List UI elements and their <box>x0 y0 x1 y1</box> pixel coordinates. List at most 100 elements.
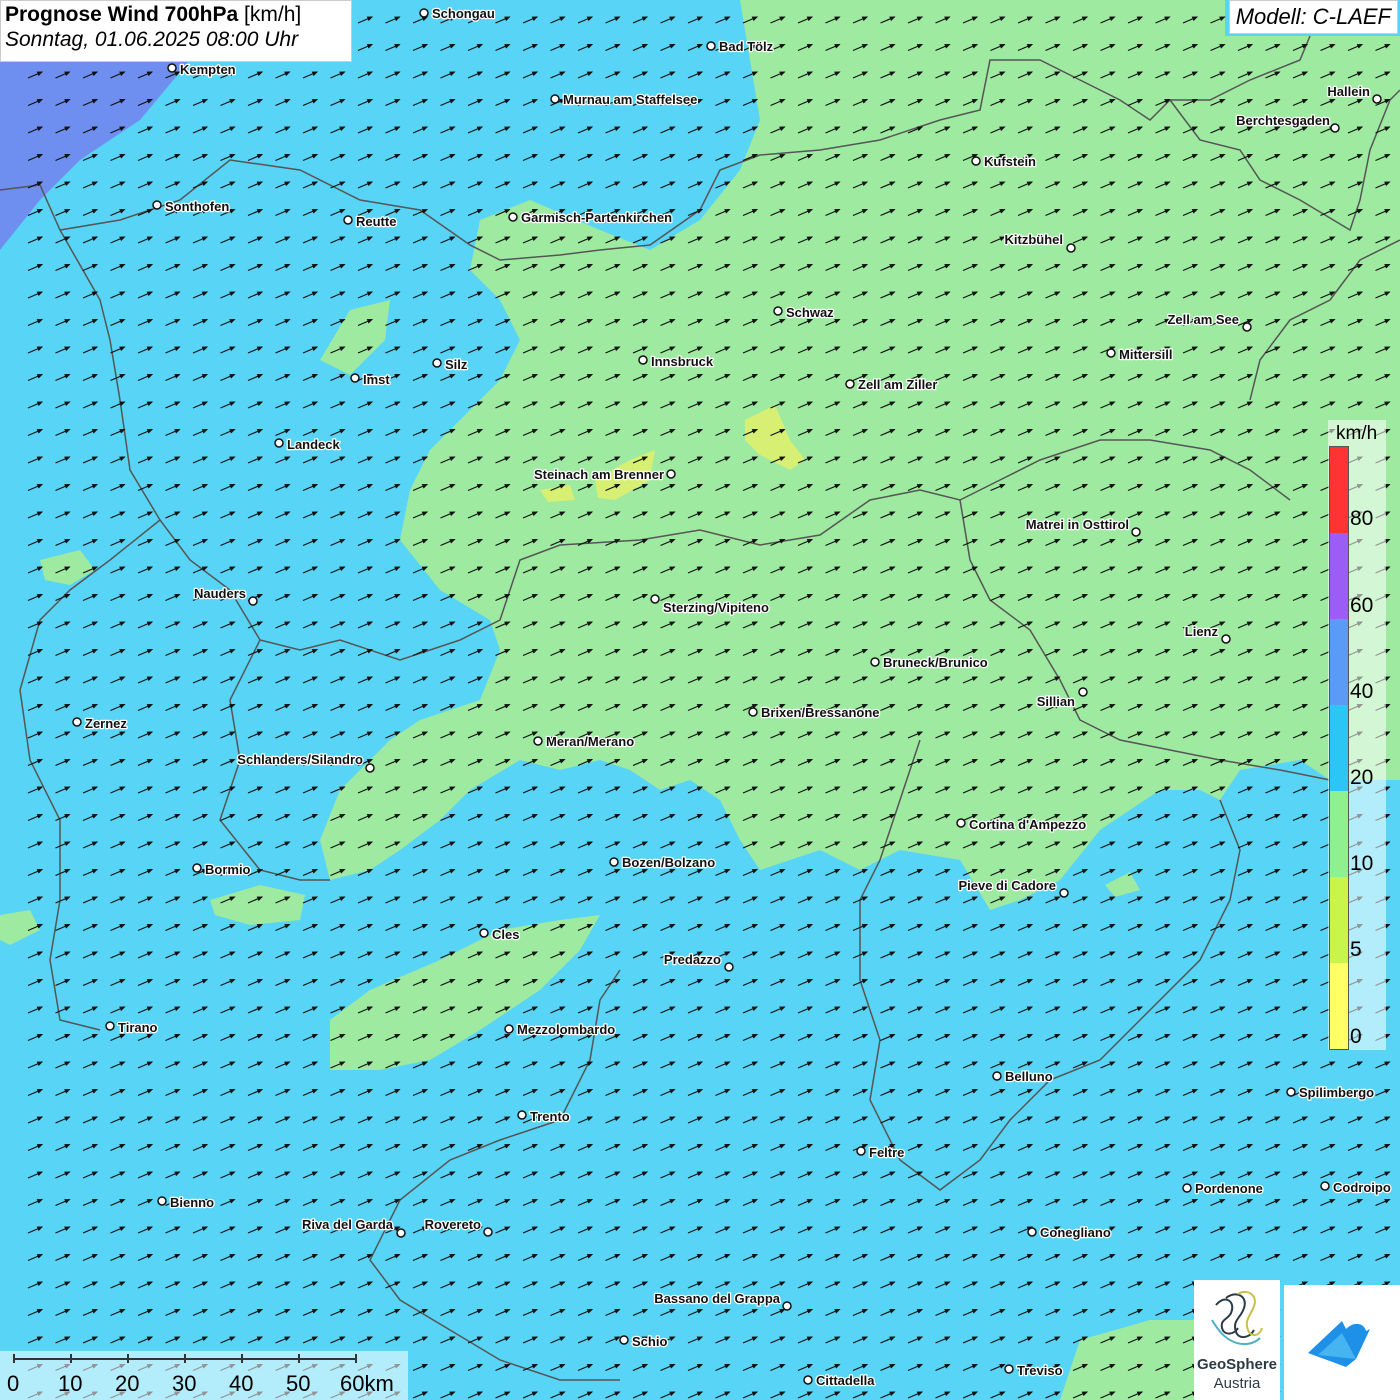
city-marker-icon <box>803 1375 813 1385</box>
legend-segment <box>1330 962 1348 1049</box>
city-marker-icon <box>432 358 442 368</box>
city-label: Brixen/Bressanone <box>761 705 880 720</box>
legend-segment <box>1330 877 1348 963</box>
city-label: Reutte <box>356 214 396 229</box>
geosphere-emblem-icon <box>1211 1290 1263 1346</box>
city-marker-icon <box>1004 1364 1014 1374</box>
city-label: Lienz <box>1185 624 1219 639</box>
city-label: Trento <box>530 1109 570 1124</box>
city-marker-icon <box>773 306 783 316</box>
city-marker-icon <box>666 469 676 479</box>
city-marker-icon <box>706 41 716 51</box>
city-marker-icon <box>856 1146 866 1156</box>
geosphere-logo[interactable]: GeoSphere Austria <box>1194 1280 1280 1400</box>
city-label: Bassano del Grappa <box>654 1291 780 1306</box>
model-label: Modell: C-LAEF <box>1228 0 1398 34</box>
city-label: Nauders <box>194 586 246 601</box>
city-marker-icon <box>72 717 82 727</box>
scale-label: 20 <box>115 1371 140 1396</box>
city-label: Pordenone <box>1195 1181 1263 1196</box>
city-marker-icon <box>167 63 177 73</box>
forecast-datetime: Sonntag, 01.06.2025 08:00 Uhr <box>5 28 299 51</box>
city-marker-icon <box>638 355 648 365</box>
city-label: Kitzbühel <box>1005 232 1064 247</box>
city-label: Schlanders/Silandro <box>237 752 363 767</box>
cloud-arrow-icon <box>1308 1321 1370 1367</box>
legend-tick-label: 60 <box>1350 594 1374 617</box>
city-label: Landeck <box>287 437 341 452</box>
scale-bar: 0 10 20 30 40 50 60km <box>0 1351 408 1400</box>
city-marker-icon <box>152 200 162 210</box>
scale-label: 50 <box>286 1371 311 1396</box>
map-title: Prognose Wind 700hPa [km/h] <box>5 3 347 27</box>
city-label: Garmisch-Partenkirchen <box>521 210 672 225</box>
city-label: Meran/Merano <box>546 734 634 749</box>
city-label: Innsbruck <box>651 354 714 369</box>
city-label: Mezzolombardo <box>517 1022 615 1037</box>
city-marker-icon <box>508 212 518 222</box>
city-marker-icon <box>619 1335 629 1345</box>
city-marker-icon <box>845 379 855 389</box>
legend-tick-label: 20 <box>1350 766 1374 789</box>
city-marker-icon <box>971 156 981 166</box>
legend-segment <box>1330 704 1348 791</box>
geosphere-country: Austria <box>1213 1375 1261 1392</box>
city-marker-icon <box>192 863 202 873</box>
city-label: Zernez <box>85 716 127 731</box>
city-marker-icon <box>650 594 660 604</box>
city-marker-icon <box>365 763 375 773</box>
city-marker-icon <box>274 438 284 448</box>
title-box: Prognose Wind 700hPa [km/h] Sonntag, 01.… <box>0 0 352 62</box>
city-marker-icon <box>1286 1087 1296 1097</box>
city-label: Codroipo <box>1333 1180 1391 1195</box>
city-label: Bienno <box>170 1195 214 1210</box>
scale-label: 30 <box>172 1371 197 1396</box>
city-label: Belluno <box>1005 1069 1053 1084</box>
city-marker-icon <box>992 1071 1002 1081</box>
legend-bar <box>1329 446 1349 1050</box>
map-title-unit: [km/h] <box>244 3 302 26</box>
legend-segment <box>1330 447 1348 533</box>
legend-segment <box>1330 618 1348 705</box>
city-marker-icon <box>157 1196 167 1206</box>
city-label: Zell am Ziller <box>858 377 937 392</box>
wind-map[interactable]: Schongau Bad Tölz Kempten Murnau am Staffel… <box>0 0 1400 1400</box>
weather-app-logo[interactable] <box>1284 1285 1400 1400</box>
city-marker-icon <box>956 818 966 828</box>
city-marker-icon <box>1131 527 1141 537</box>
city-marker-icon <box>1027 1227 1037 1237</box>
city-marker-icon <box>1066 243 1076 253</box>
city-label: Spilimbergo <box>1299 1085 1374 1100</box>
city-label: Conegliano <box>1040 1225 1111 1240</box>
city-marker-icon <box>419 8 429 18</box>
city-label: Cortina d'Ampezzo <box>969 817 1086 832</box>
city-label: Berchtesgaden <box>1236 113 1330 128</box>
city-label: Predazzo <box>664 952 721 967</box>
map-title-main: Prognose Wind 700hPa <box>5 3 239 26</box>
legend-tick-label: 10 <box>1350 852 1374 875</box>
city-marker-icon <box>1221 634 1231 644</box>
city-marker-icon <box>1182 1183 1192 1193</box>
city-marker-icon <box>1059 888 1069 898</box>
city-label: Bruneck/Brunico <box>883 655 988 670</box>
city-label: Cittadella <box>816 1373 875 1388</box>
city-marker-icon <box>248 596 258 606</box>
scale-label: 10 <box>58 1371 83 1396</box>
city-marker-icon <box>724 962 734 972</box>
city-label: Matrei in Osttirol <box>1026 517 1129 532</box>
city-label: Feltre <box>869 1145 904 1160</box>
city-label: Imst <box>363 372 390 387</box>
city-label: Schio <box>632 1334 667 1349</box>
city-label: Silz <box>445 357 468 372</box>
city-marker-icon <box>1372 94 1382 104</box>
city-marker-icon <box>1242 322 1252 332</box>
city-label: Zell am See <box>1167 312 1239 327</box>
city-marker-icon <box>550 94 560 104</box>
city-label: Sillian <box>1037 694 1075 709</box>
city-label: Schwaz <box>786 305 834 320</box>
city-marker-icon <box>1320 1181 1330 1191</box>
city-marker-icon <box>479 928 489 938</box>
city-marker-icon <box>517 1110 527 1120</box>
geosphere-name: GeoSphere <box>1196 1356 1278 1373</box>
legend-tick-label: 80 <box>1350 507 1374 530</box>
